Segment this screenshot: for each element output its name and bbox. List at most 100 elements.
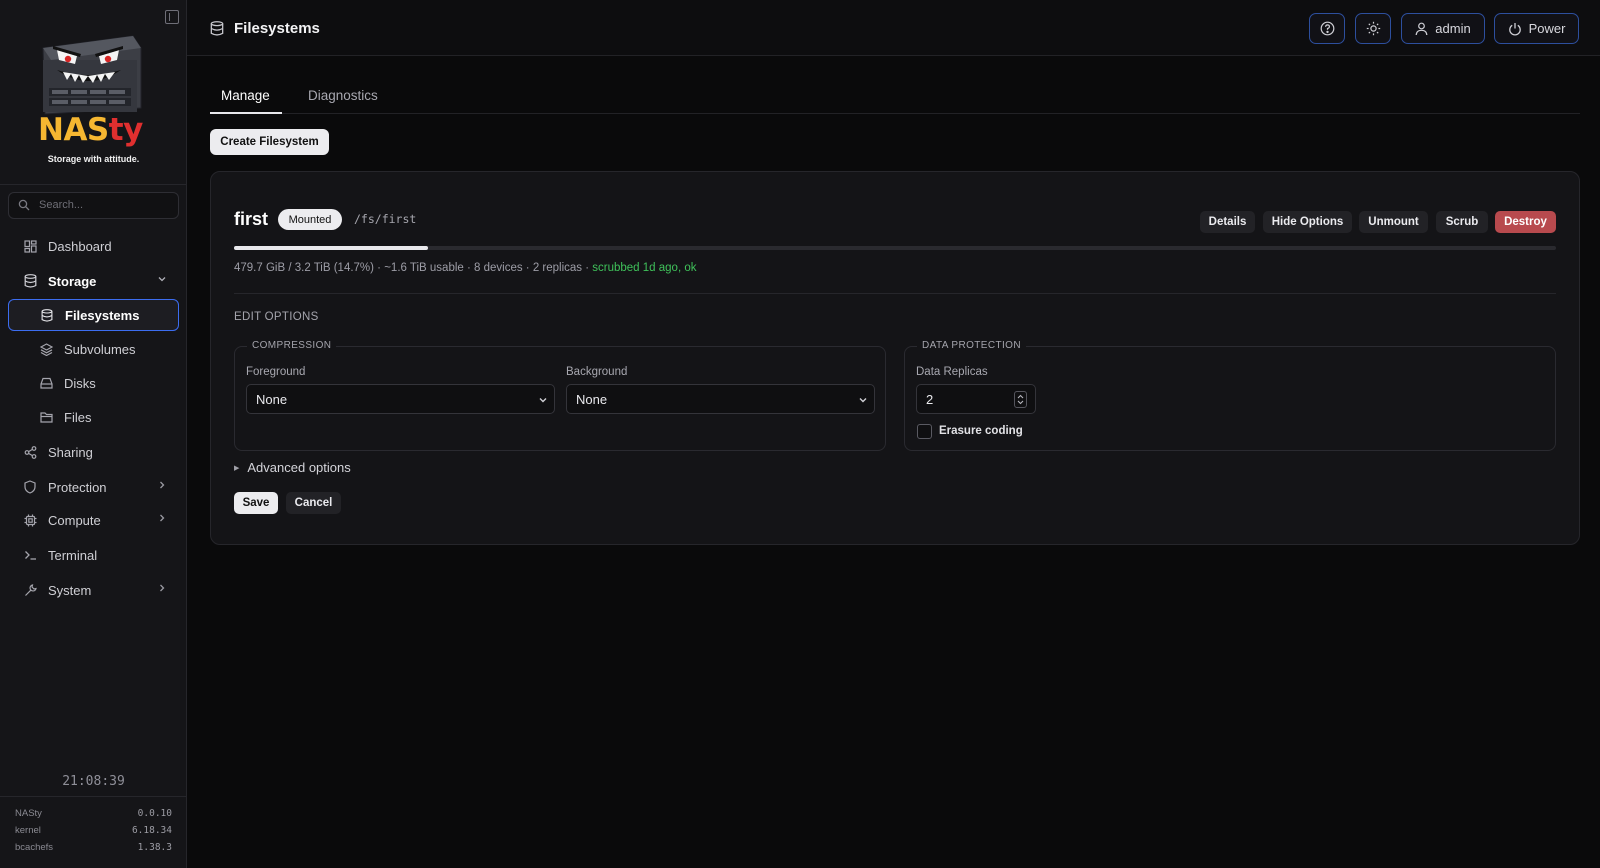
chevron-down-icon	[158, 277, 166, 282]
power-button[interactable]: Power	[1494, 13, 1579, 44]
scrub-button[interactable]: Scrub	[1436, 211, 1488, 233]
user-menu-button[interactable]: admin	[1401, 13, 1485, 44]
background-value: None	[576, 392, 608, 407]
search-placeholder: Search...	[39, 199, 84, 211]
usage-bar-fill	[234, 246, 429, 250]
tab-manage[interactable]: Manage	[221, 88, 270, 103]
save-button[interactable]: Save	[234, 492, 278, 514]
brand-wordmark: NASty	[38, 112, 143, 148]
version-name: bcachefs	[15, 842, 54, 853]
sidebar-item-files[interactable]: Files	[8, 402, 179, 432]
data-protection-group: DATA PROTECTION Data Replicas 2 Erasure …	[904, 340, 1556, 451]
search-input[interactable]: Search...	[8, 192, 179, 219]
version-name: NASty	[15, 808, 42, 819]
chevron-right-icon	[160, 514, 165, 522]
help-icon	[1320, 21, 1334, 36]
card-divider	[234, 293, 1556, 294]
disclosure-triangle-icon: ▶	[234, 464, 240, 472]
sidebar-item-protection[interactable]: Protection	[8, 472, 179, 502]
sidebar-item-storage[interactable]: Storage	[8, 266, 179, 296]
power-label: Power	[1528, 21, 1566, 36]
version-row: NASty 0.0.10	[15, 808, 172, 819]
sidebar: NASty Storage with attitude. Search... D…	[0, 0, 187, 868]
tab-diagnostics[interactable]: Diagnostics	[308, 88, 378, 103]
usage-stats: 479.7 GiB / 3.2 TiB (14.7%) · ~1.6 TiB u…	[234, 262, 697, 274]
sidebar-item-label: Storage	[48, 273, 97, 289]
version-row: kernel 6.18.34	[15, 825, 172, 836]
sidebar-item-label: Files	[64, 409, 92, 425]
sidebar-item-label: Compute	[48, 512, 101, 528]
share-icon	[22, 444, 38, 460]
help-button[interactable]	[1309, 13, 1345, 44]
sidebar-divider	[0, 184, 186, 185]
sidebar-item-terminal[interactable]: Terminal	[8, 540, 179, 570]
database-icon	[39, 307, 55, 323]
chevron-down-icon	[859, 398, 867, 403]
hard-drive-icon	[38, 375, 54, 391]
sun-icon	[1366, 21, 1380, 36]
terminal-icon	[22, 547, 38, 563]
advanced-options-toggle[interactable]: ▶ Advanced options	[234, 460, 351, 475]
sidebar-item-label: System	[48, 582, 92, 598]
erasure-coding-checkbox[interactable]	[917, 424, 932, 439]
database-icon	[210, 21, 224, 36]
sidebar-item-label: Sharing	[48, 444, 93, 460]
erasure-coding-label: Erasure coding	[939, 425, 1023, 437]
compression-legend: COMPRESSION	[247, 340, 337, 351]
data-replicas-label: Data Replicas	[916, 366, 988, 378]
unmount-button[interactable]: Unmount	[1359, 211, 1428, 233]
foreground-value: None	[256, 392, 288, 407]
user-icon	[1415, 22, 1428, 35]
database-icon	[22, 273, 38, 289]
cancel-button[interactable]: Cancel	[286, 492, 341, 514]
background-label: Background	[566, 366, 628, 378]
search-icon	[18, 199, 30, 211]
hide-options-button[interactable]: Hide Options	[1263, 211, 1352, 233]
sidebar-item-disks[interactable]: Disks	[8, 368, 179, 398]
stepper-icon[interactable]	[1014, 391, 1027, 408]
sidebar-item-subvolumes[interactable]: Subvolumes	[8, 334, 179, 364]
version-divider	[0, 796, 186, 797]
theme-toggle-button[interactable]	[1355, 13, 1391, 44]
data-protection-legend: DATA PROTECTION	[917, 340, 1026, 351]
sidebar-item-compute[interactable]: Compute	[8, 505, 179, 535]
data-replicas-input[interactable]: 2	[916, 384, 1036, 414]
user-menu-label: admin	[1435, 21, 1471, 36]
page-title: Filesystems	[234, 20, 320, 37]
top-bar: Filesystems admin Power	[187, 0, 1600, 56]
sidebar-item-dashboard[interactable]: Dashboard	[8, 231, 179, 261]
foreground-select[interactable]: None	[246, 384, 555, 414]
wrench-icon	[22, 582, 38, 598]
version-value: 1.38.3	[137, 842, 172, 853]
folder-icon	[38, 409, 54, 425]
background-select[interactable]: None	[566, 384, 875, 414]
active-tab-indicator	[210, 112, 282, 114]
status-badge: Mounted	[278, 209, 342, 230]
version-row: bcachefs 1.38.3	[15, 842, 172, 853]
brand-tagline: Storage with attitude.	[47, 154, 140, 164]
destroy-button[interactable]: Destroy	[1495, 211, 1556, 233]
version-value: 0.0.10	[137, 808, 172, 819]
details-button[interactable]: Details	[1200, 211, 1255, 233]
filesystem-card: first Mounted /fs/first Details Hide Opt…	[210, 171, 1580, 545]
mount-path: /fs/first	[354, 212, 417, 226]
chevron-down-icon	[539, 398, 547, 403]
sidebar-item-label: Subvolumes	[64, 341, 136, 357]
sidebar-item-filesystems[interactable]: Filesystems	[8, 299, 179, 331]
sidebar-item-sharing[interactable]: Sharing	[8, 437, 179, 467]
usage-bar	[234, 246, 1556, 250]
sidebar-item-label: Terminal	[48, 547, 98, 563]
shield-icon	[22, 479, 38, 495]
version-value: 6.18.34	[131, 825, 172, 836]
scrub-status: scrubbed 1d ago, ok	[592, 262, 697, 274]
version-name: kernel	[15, 825, 41, 836]
sidebar-item-system[interactable]: System	[8, 575, 179, 605]
dashboard-icon	[22, 238, 38, 254]
advanced-options-label: Advanced options	[247, 460, 351, 475]
compression-group: COMPRESSION Foreground None Background N…	[234, 340, 886, 451]
layers-icon	[38, 341, 54, 357]
create-filesystem-button[interactable]: Create Filesystem	[210, 129, 329, 155]
sidebar-item-label: Disks	[64, 375, 96, 391]
collapse-sidebar-icon[interactable]	[165, 10, 179, 24]
cpu-icon	[22, 512, 38, 528]
